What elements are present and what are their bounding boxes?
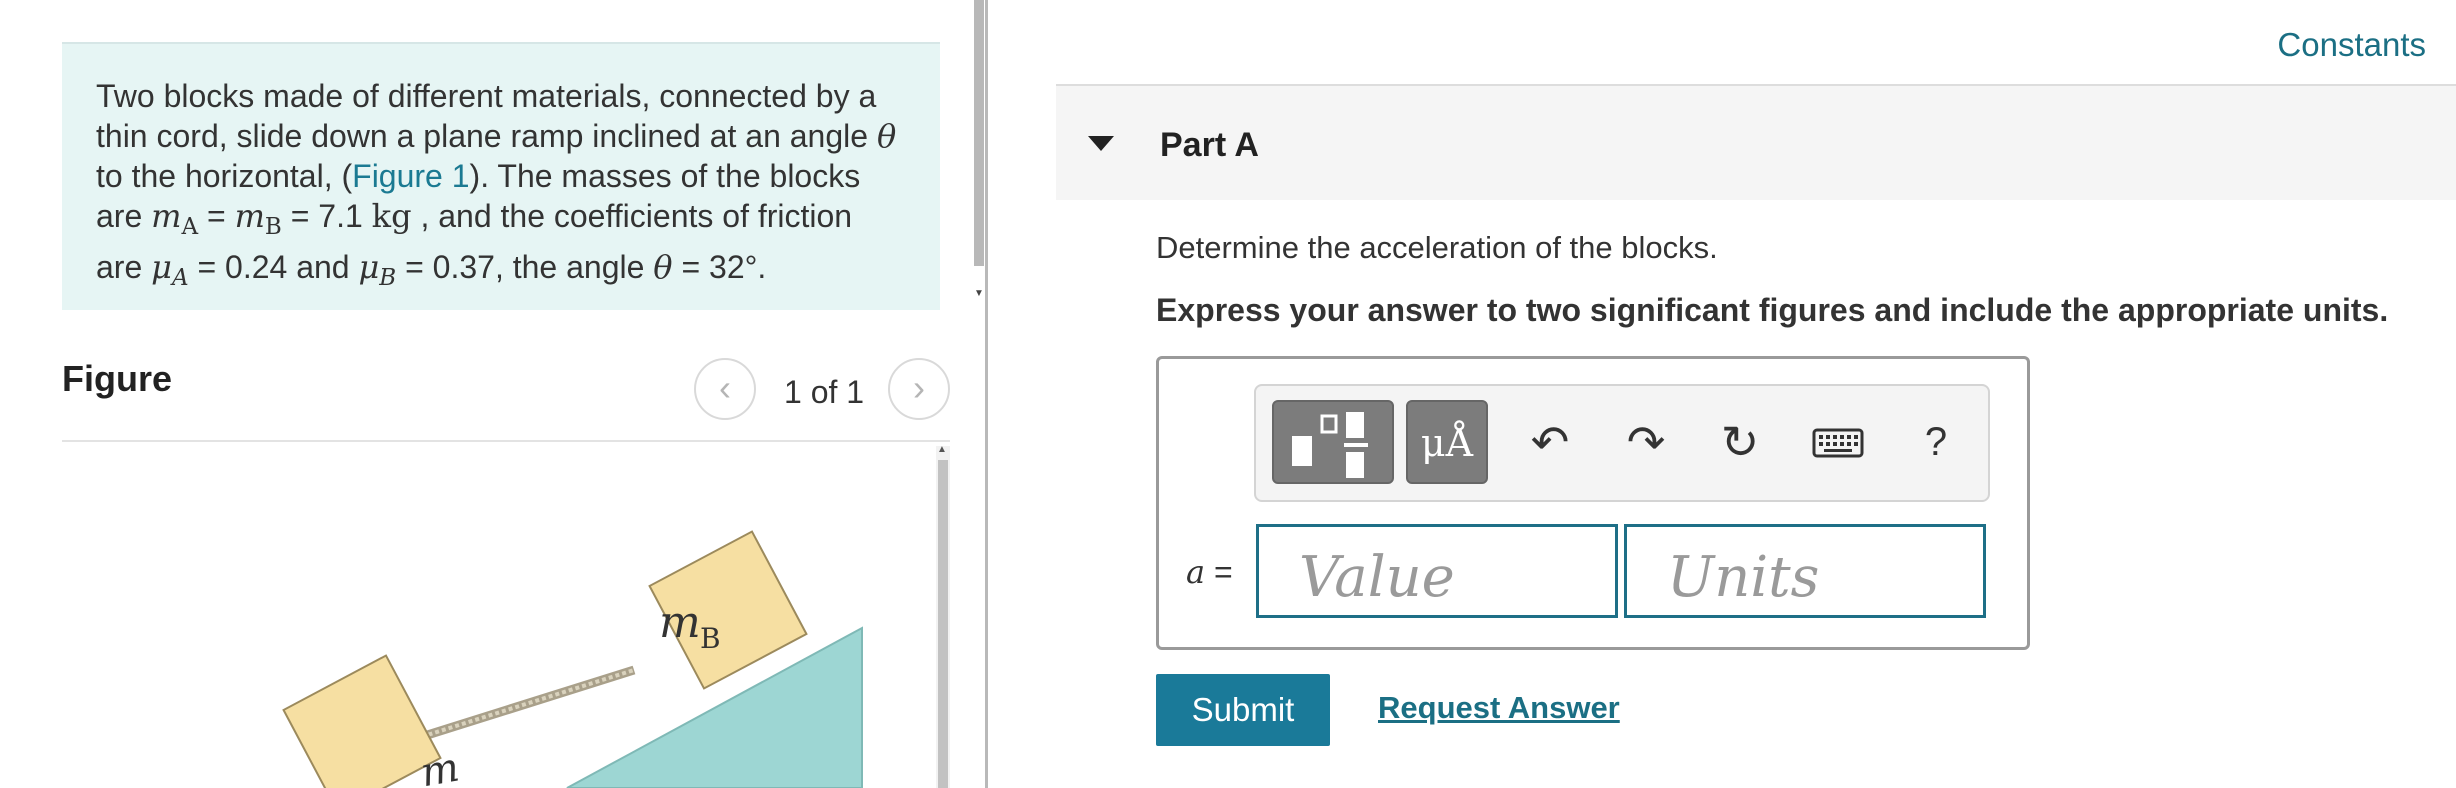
figure-image: m m B: [282, 530, 863, 788]
mass-a-symbol: m: [151, 197, 182, 235]
undo-icon[interactable]: ↶: [1520, 404, 1580, 480]
variable-equals: =: [1205, 554, 1233, 590]
mass-b-subscript: B: [264, 214, 282, 240]
mass-unit: kg: [371, 197, 412, 235]
scroll-up-arrow-icon[interactable]: ▲: [937, 444, 947, 455]
figure-divider: [62, 440, 950, 442]
block-a-label: m: [417, 744, 462, 788]
part-a-header[interactable]: Part A: [1056, 86, 2456, 200]
block-b-label: m: [659, 597, 701, 648]
units-input[interactable]: [1624, 524, 1986, 618]
answer-variable-label: a =: [1186, 553, 1233, 591]
figure-prev-button[interactable]: ‹: [694, 358, 756, 420]
value-input[interactable]: [1256, 524, 1618, 618]
equals-sign: =: [198, 198, 235, 234]
mu-a-subscript: A: [171, 265, 189, 291]
figure-1-link[interactable]: Figure 1: [352, 158, 469, 194]
figure-title: Figure: [62, 358, 173, 399]
mu-b-subscript: B: [379, 265, 397, 291]
fraction-template-icon: [1292, 412, 1368, 478]
part-title: Part A: [1160, 126, 1259, 164]
math-toolbar: μÅ ↶ ↷ ↻ ?: [1254, 384, 1990, 502]
mu-a-symbol: μ: [151, 248, 172, 286]
mu-a-value: = 0.24 and: [188, 249, 359, 285]
theta-symbol-2: θ: [653, 248, 673, 286]
caret-down-icon[interactable]: [1088, 136, 1114, 151]
mass-value: = 7.1: [281, 198, 372, 234]
figure-scrollbar-thumb[interactable]: [938, 460, 948, 788]
scroll-down-arrow-icon[interactable]: ▼: [974, 288, 984, 299]
figure-counter: 1 of 1: [784, 374, 865, 410]
question-text: Determine the acceleration of the blocks…: [1156, 230, 1718, 265]
angle-value: = 32°.: [672, 249, 767, 285]
instruction-text: Express your answer to two significant f…: [1156, 292, 2389, 328]
mass-b-symbol: m: [234, 197, 265, 235]
mu-b-value: = 0.37, the angle: [396, 249, 654, 285]
constants-link[interactable]: Constants: [2277, 26, 2426, 64]
templates-button[interactable]: [1272, 400, 1394, 484]
block-a-shape: [282, 654, 442, 788]
figure-next-button[interactable]: ›: [888, 358, 950, 420]
problem-statement: Two blocks made of different materials, …: [62, 42, 940, 310]
symbols-button[interactable]: μÅ: [1406, 400, 1488, 484]
left-pane-scrollbar-thumb[interactable]: [974, 0, 984, 266]
redo-icon[interactable]: ↷: [1616, 404, 1676, 480]
block-b-subscript: B: [700, 622, 721, 655]
left-pane: Two blocks made of different materials, …: [0, 0, 968, 788]
mass-a-subscript: A: [181, 214, 199, 240]
block-a: [282, 654, 442, 788]
chevron-right-icon: ›: [913, 367, 925, 408]
variable-symbol: a: [1186, 553, 1206, 591]
submit-button[interactable]: Submit: [1156, 674, 1330, 746]
mu-b-symbol: μ: [358, 248, 380, 286]
reset-icon[interactable]: ↻: [1710, 404, 1770, 480]
help-button[interactable]: ?: [1906, 404, 1966, 480]
problem-text-1: Two blocks made of different materials, …: [96, 78, 877, 154]
request-answer-link[interactable]: Request Answer: [1378, 690, 1620, 726]
keyboard-icon[interactable]: [1808, 404, 1868, 480]
theta-symbol: θ: [876, 117, 897, 155]
chevron-left-icon: ‹: [719, 367, 731, 408]
problem-text-2: to the horizontal, (: [96, 158, 353, 194]
